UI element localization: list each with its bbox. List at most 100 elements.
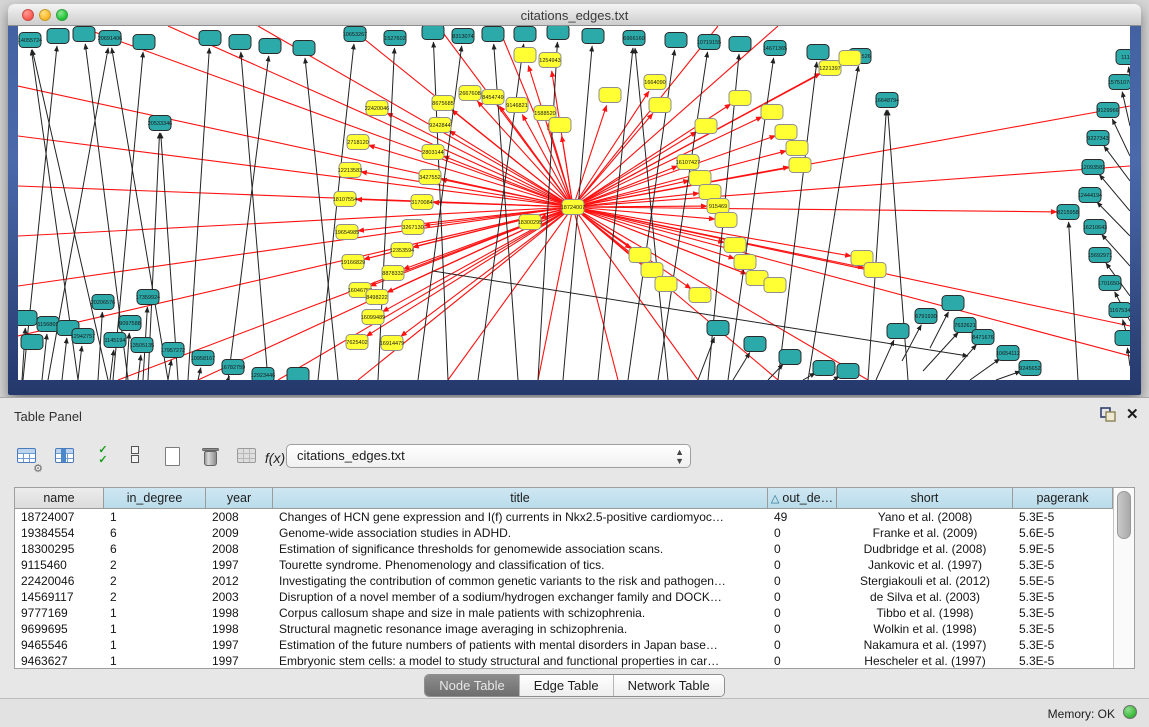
- table-cell[interactable]: Stergiakouli et al. (2012): [837, 573, 1013, 589]
- table-cell[interactable]: Estimation of the future numbers of pati…: [273, 637, 768, 653]
- graph-node[interactable]: [641, 263, 663, 278]
- graph-node[interactable]: [629, 248, 651, 263]
- table-cell[interactable]: 5.3E-5: [1013, 653, 1113, 669]
- table-cell[interactable]: 1: [104, 621, 206, 637]
- graph-node[interactable]: 15751074: [1108, 75, 1130, 90]
- table-cell[interactable]: 1997: [206, 637, 273, 653]
- table-row[interactable]: 946362711997Embryonic stem cells: a mode…: [15, 653, 1113, 669]
- table-cell[interactable]: 1997: [206, 653, 273, 669]
- graph-node[interactable]: 2718120: [347, 135, 369, 150]
- table-cell[interactable]: Changes of HCN gene expression and I(f) …: [273, 509, 768, 525]
- graph-node[interactable]: [744, 337, 766, 352]
- graph-node[interactable]: [1115, 331, 1130, 346]
- table-cell[interactable]: 2: [104, 589, 206, 605]
- table-cell[interactable]: Franke et al. (2009): [837, 525, 1013, 541]
- table-row[interactable]: 946554611997Estimation of the future num…: [15, 637, 1113, 653]
- table-cell[interactable]: 18724007: [15, 509, 104, 525]
- graph-node[interactable]: 1221397: [819, 61, 841, 76]
- graph-node[interactable]: 1254943: [539, 53, 561, 68]
- graph-node[interactable]: 6966160: [623, 31, 645, 46]
- table-cell[interactable]: 9463627: [15, 653, 104, 669]
- graph-node[interactable]: [715, 213, 737, 228]
- table-cell[interactable]: 5.6E-5: [1013, 525, 1113, 541]
- graph-node[interactable]: [887, 324, 909, 339]
- table-cell[interactable]: 5.3E-5: [1013, 509, 1113, 525]
- graph-node[interactable]: 8215958: [1057, 205, 1079, 220]
- graph-node[interactable]: 10958167: [191, 351, 215, 366]
- graph-node[interactable]: 8675685: [432, 96, 454, 111]
- table-cell[interactable]: 9115460: [15, 557, 104, 573]
- graph-node[interactable]: [729, 91, 751, 106]
- graph-node[interactable]: 8878332: [382, 266, 404, 281]
- table-row[interactable]: 1830029562008Estimation of significance …: [15, 541, 1113, 557]
- table-row[interactable]: 977716911998Corpus callosum shape and si…: [15, 605, 1113, 621]
- graph-node[interactable]: [807, 45, 829, 60]
- table-cell[interactable]: 1: [104, 509, 206, 525]
- table-cell[interactable]: Hescheler et al. (1997): [837, 653, 1013, 669]
- graph-node[interactable]: 22420046: [365, 101, 389, 116]
- graph-node[interactable]: 9146821: [506, 98, 528, 113]
- graph-node[interactable]: [514, 27, 536, 42]
- table-cell[interactable]: 5.3E-5: [1013, 605, 1113, 621]
- graph-node[interactable]: 9097588: [119, 316, 141, 331]
- graph-node[interactable]: 16099489: [361, 310, 385, 325]
- table-row[interactable]: 1872400712008Changes of HCN gene express…: [15, 509, 1113, 525]
- graph-node[interactable]: 17957272: [161, 343, 185, 358]
- table-cell[interactable]: 1998: [206, 605, 273, 621]
- table-cell[interactable]: Tibbo et al. (1998): [837, 605, 1013, 621]
- table-cell[interactable]: Structural magnetic resonance image aver…: [273, 621, 768, 637]
- graph-node[interactable]: [649, 98, 671, 113]
- table-row[interactable]: 1456911722003Disruption of a novel membe…: [15, 589, 1113, 605]
- graph-node[interactable]: [813, 361, 835, 376]
- close-panel-icon[interactable]: ✕: [1126, 405, 1139, 423]
- graph-node[interactable]: 10653267: [343, 27, 367, 42]
- graph-node[interactable]: 9129966: [1097, 103, 1119, 118]
- table-row[interactable]: 969969511998Structural magnetic resonanc…: [15, 621, 1113, 637]
- table-cell[interactable]: 5.5E-5: [1013, 573, 1113, 589]
- delete-rows-button[interactable]: [198, 445, 224, 471]
- table-cell[interactable]: 18300295: [15, 541, 104, 557]
- graph-node[interactable]: [482, 27, 504, 42]
- float-panel-icon[interactable]: [1100, 407, 1118, 423]
- column-header-title[interactable]: title: [273, 488, 768, 509]
- table-cell[interactable]: Embryonic stem cells: a model to study s…: [273, 653, 768, 669]
- graph-node[interactable]: 1664090: [644, 75, 666, 90]
- table-cell[interactable]: 14569117: [15, 589, 104, 605]
- graph-node[interactable]: [259, 39, 281, 54]
- graph-node[interactable]: 1156869: [37, 317, 59, 332]
- table-cell[interactable]: Corpus callosum shape and size in male p…: [273, 605, 768, 621]
- network-graph[interactable]: 1405572420691406106532671527602831307469…: [18, 26, 1130, 380]
- function-builder-button[interactable]: f(x): [262, 445, 288, 471]
- table-cell[interactable]: 5.9E-5: [1013, 541, 1113, 557]
- graph-node[interactable]: 12213583: [338, 163, 362, 178]
- graph-node[interactable]: 3170084: [411, 195, 433, 210]
- table-cell[interactable]: Jankovic et al. (1997): [837, 557, 1013, 573]
- graph-node[interactable]: 3267130: [402, 220, 424, 235]
- graph-node[interactable]: [422, 26, 444, 40]
- graph-node[interactable]: [734, 255, 756, 270]
- table-cell[interactable]: 0: [768, 637, 837, 653]
- select-rows-button[interactable]: ✓ ✓: [90, 445, 116, 471]
- graph-node[interactable]: 1112: [1116, 50, 1130, 65]
- graph-node[interactable]: [775, 125, 797, 140]
- graph-node[interactable]: 1145194: [104, 333, 126, 348]
- table-cell[interactable]: 22420046: [15, 573, 104, 589]
- graph-node[interactable]: 2667608: [459, 86, 481, 101]
- graph-node[interactable]: [582, 29, 604, 44]
- table-cell[interactable]: 2012: [206, 573, 273, 589]
- column-header-out_de[interactable]: △ out_de…: [768, 488, 837, 509]
- graph-node[interactable]: [133, 35, 155, 50]
- row-options-button[interactable]: [122, 445, 148, 471]
- graph-node[interactable]: 19654985: [335, 225, 359, 240]
- column-header-short[interactable]: short: [837, 488, 1013, 509]
- graph-node[interactable]: [786, 141, 808, 156]
- graph-node[interactable]: [839, 51, 861, 66]
- graph-node[interactable]: 16210643: [1083, 220, 1107, 235]
- graph-node[interactable]: 8498222: [366, 290, 388, 305]
- graph-node[interactable]: [599, 88, 621, 103]
- graph-node[interactable]: 18107554: [333, 192, 357, 207]
- table-cell[interactable]: 9777169: [15, 605, 104, 621]
- graph-node[interactable]: 10719155: [697, 35, 721, 50]
- table-row[interactable]: 911546021997Tourette syndrome. Phenomeno…: [15, 557, 1113, 573]
- graph-node[interactable]: 1527602: [384, 31, 406, 46]
